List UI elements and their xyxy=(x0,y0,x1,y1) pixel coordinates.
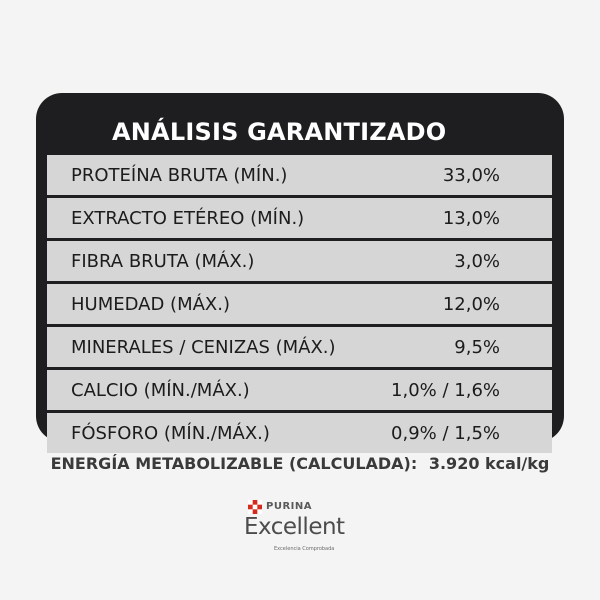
energy-value: 3.920 kcal/kg xyxy=(428,454,550,473)
nutrient-value: 33,0% xyxy=(442,165,500,186)
analysis-table: PROTEÍNA BRUTA (MÍN.) 33,0% EXTRACTO ETÉ… xyxy=(47,155,552,453)
nutrient-label: HUMEDAD (MÁX.) xyxy=(71,294,230,315)
logo-tagline: Excelencia Comprobada xyxy=(274,546,335,552)
nutrient-label: CALCIO (MÍN./MÁX.) xyxy=(71,380,250,401)
nutrient-label: FÓSFORO (MÍN./MÁX.) xyxy=(71,423,270,444)
nutrient-value: 9,5% xyxy=(454,337,500,358)
nutrient-label: FIBRA BRUTA (MÁX.) xyxy=(71,251,255,272)
nutrient-label: EXTRACTO ETÉREO (MÍN.) xyxy=(71,208,305,229)
energy-line: ENERGÍA METABOLIZABLE (CALCULADA): 3.920… xyxy=(0,454,600,473)
nutrient-value: 0,9% / 1,5% xyxy=(391,423,500,444)
table-row: PROTEÍNA BRUTA (MÍN.) 33,0% xyxy=(47,155,552,195)
table-row: FÓSFORO (MÍN./MÁX.) 0,9% / 1,5% xyxy=(47,413,552,453)
table-row: EXTRACTO ETÉREO (MÍN.) 13,0% xyxy=(47,198,552,238)
table-row: FIBRA BRUTA (MÁX.) 3,0% xyxy=(47,241,552,281)
nutrient-value: 13,0% xyxy=(442,208,500,229)
table-row: CALCIO (MÍN./MÁX.) 1,0% / 1,6% xyxy=(47,370,552,410)
nutrient-value: 3,0% xyxy=(454,251,500,272)
table-row: MINERALES / CENIZAS (MÁX.) 9,5% xyxy=(47,327,552,367)
table-row: HUMEDAD (MÁX.) 12,0% xyxy=(47,284,552,324)
nutrient-value: 12,0% xyxy=(442,294,500,315)
purina-checkerboard-icon xyxy=(248,500,262,514)
nutrient-label: MINERALES / CENIZAS (MÁX.) xyxy=(71,337,336,358)
analysis-title: ANÁLISIS GARANTIZADO xyxy=(112,118,447,146)
energy-label: ENERGÍA METABOLIZABLE (CALCULADA): xyxy=(50,454,418,473)
nutrient-label: PROTEÍNA BRUTA (MÍN.) xyxy=(71,165,288,186)
purina-brand: PURINA xyxy=(266,501,312,512)
purina-excellent-logo: PURINA Excellent Excelencia Comprobada xyxy=(240,500,370,560)
nutrient-value: 1,0% / 1,6% xyxy=(391,380,500,401)
excellent-wordmark: Excellent xyxy=(244,514,345,540)
